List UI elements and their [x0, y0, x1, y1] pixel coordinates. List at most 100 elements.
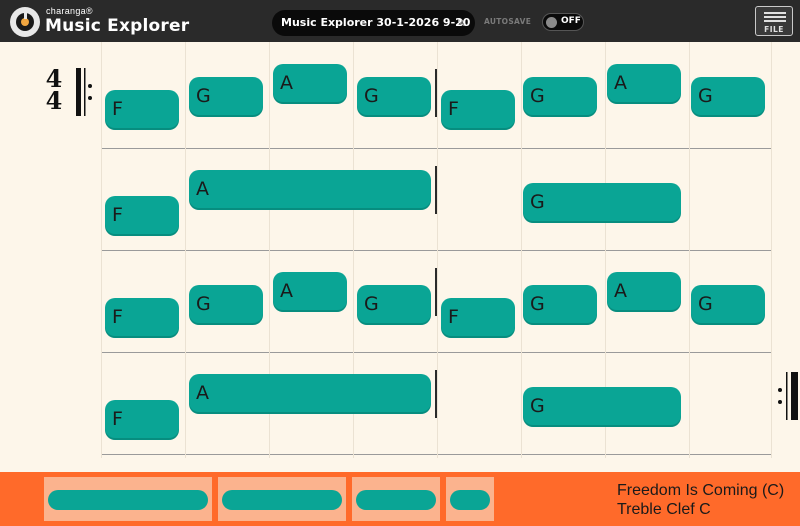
chord-label: F: [112, 306, 123, 328]
top-bar: charanga® Music Explorer Music Explorer …: [0, 0, 800, 42]
repeat-end-sign: [778, 372, 798, 420]
system-divider: [101, 454, 771, 455]
chord-label: F: [112, 408, 123, 430]
chord-block[interactable]: F: [105, 400, 179, 438]
song-section[interactable]: [446, 477, 494, 521]
beat-gridline: [771, 250, 772, 356]
chord-block[interactable]: G: [523, 285, 597, 323]
chord-block[interactable]: F: [105, 298, 179, 336]
chord-block[interactable]: F: [441, 298, 515, 336]
time-signature-bottom: 4: [45, 86, 63, 115]
section-fill: [450, 490, 490, 510]
chord-block[interactable]: G: [691, 77, 765, 115]
chord-block[interactable]: A: [273, 64, 347, 102]
chord-label: A: [614, 280, 627, 302]
time-signature: 4 4: [44, 67, 64, 115]
section-fill: [222, 490, 342, 510]
beat-gridline: [689, 148, 690, 254]
chord-score: 4 4 F G A G F G A G F A G F G A G F G A G F A G: [0, 42, 800, 472]
beat-gridline: [437, 352, 438, 458]
autosave-label: AUTOSAVE: [484, 17, 532, 26]
chord-label: A: [614, 72, 627, 94]
bar-line: [435, 166, 437, 214]
chord-label: A: [280, 72, 293, 94]
beat-gridline: [521, 352, 522, 458]
beat-gridline: [269, 250, 270, 356]
beat-gridline: [185, 42, 186, 148]
chord-block[interactable]: F: [105, 196, 179, 234]
music-explorer-app: charanga® Music Explorer Music Explorer …: [0, 0, 800, 526]
beat-gridline: [185, 148, 186, 254]
beat-gridline: [771, 148, 772, 254]
beat-gridline: [689, 352, 690, 458]
chord-block[interactable]: G: [523, 387, 681, 425]
chord-label: G: [698, 293, 713, 315]
chord-block[interactable]: A: [607, 272, 681, 310]
app-title: Music Explorer: [45, 16, 190, 36]
chord-label: G: [530, 191, 545, 213]
chord-label: G: [530, 293, 545, 315]
beat-gridline: [605, 250, 606, 356]
chord-block[interactable]: A: [273, 272, 347, 310]
chord-label: G: [196, 85, 211, 107]
charanga-logo-icon: [10, 7, 40, 37]
song-section[interactable]: [44, 477, 212, 521]
beat-gridline: [269, 42, 270, 148]
toggle-knob: [546, 17, 557, 28]
chord-block[interactable]: G: [691, 285, 765, 323]
chord-label: G: [698, 85, 713, 107]
chord-label: F: [448, 98, 459, 120]
system-divider: [101, 148, 771, 149]
menu-icon: [764, 12, 786, 14]
chord-label: F: [112, 204, 123, 226]
section-fill: [356, 490, 436, 510]
beat-gridline: [689, 42, 690, 148]
brand-label: charanga®: [46, 6, 93, 16]
bar-line: [435, 69, 437, 117]
autosave-toggle[interactable]: OFF: [542, 13, 584, 31]
song-structure-bar: Freedom Is Coming (C) Treble Clef C: [0, 472, 800, 526]
document-title-button[interactable]: Music Explorer 30-1-2026 9-20 ✎: [272, 10, 475, 36]
repeat-start-sign: [76, 68, 92, 116]
beat-gridline: [521, 148, 522, 254]
autosave-state: OFF: [561, 16, 581, 26]
beat-gridline: [521, 250, 522, 356]
chord-label: G: [196, 293, 211, 315]
clef-label: Treble Clef C: [617, 501, 711, 518]
chord-block[interactable]: G: [357, 285, 431, 323]
beat-gridline: [689, 250, 690, 356]
chord-block[interactable]: G: [189, 285, 263, 323]
beat-gridline: [437, 250, 438, 356]
chord-block[interactable]: A: [189, 374, 431, 412]
file-label: FILE: [764, 25, 784, 34]
document-title: Music Explorer 30-1-2026 9-20: [281, 16, 471, 29]
chord-label: A: [196, 178, 209, 200]
chord-block[interactable]: A: [189, 170, 431, 208]
chord-block[interactable]: G: [357, 77, 431, 115]
chord-block[interactable]: G: [523, 183, 681, 221]
song-section[interactable]: [218, 477, 346, 521]
file-menu-button[interactable]: FILE: [755, 6, 793, 36]
system-divider: [101, 352, 771, 353]
chord-label: A: [196, 382, 209, 404]
chord-label: G: [364, 85, 379, 107]
beat-gridline: [771, 352, 772, 458]
chord-label: A: [280, 280, 293, 302]
beat-gridline: [101, 148, 102, 254]
song-title: Freedom Is Coming (C): [617, 482, 785, 499]
chord-block[interactable]: G: [189, 77, 263, 115]
chord-block[interactable]: F: [105, 90, 179, 128]
beat-gridline: [605, 42, 606, 148]
beat-gridline: [521, 42, 522, 148]
chord-block[interactable]: G: [523, 77, 597, 115]
chord-block[interactable]: A: [607, 64, 681, 102]
pencil-icon: ✎: [456, 16, 467, 30]
beat-gridline: [101, 352, 102, 458]
beat-gridline: [185, 352, 186, 458]
song-section[interactable]: [352, 477, 440, 521]
beat-gridline: [185, 250, 186, 356]
beat-gridline: [771, 42, 772, 148]
chord-block[interactable]: F: [441, 90, 515, 128]
system-divider: [101, 250, 771, 251]
section-fill: [48, 490, 208, 510]
